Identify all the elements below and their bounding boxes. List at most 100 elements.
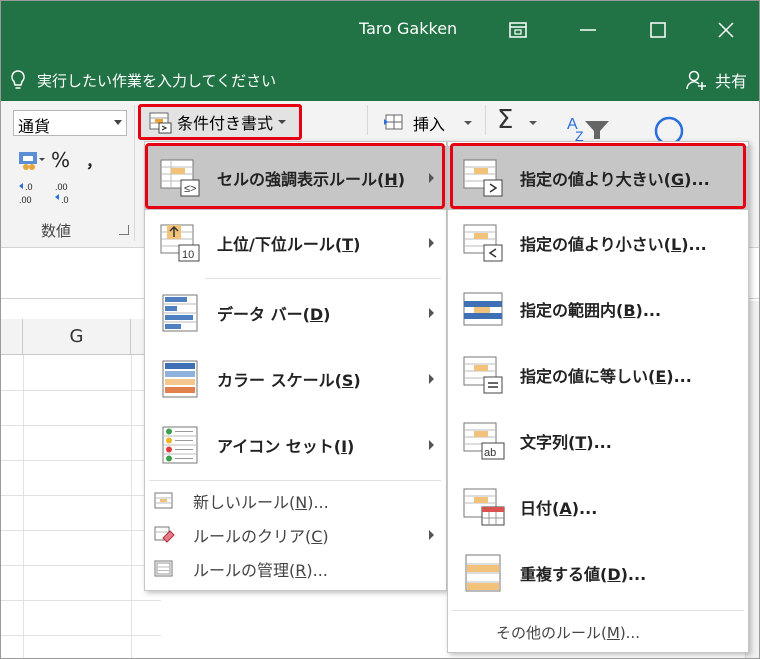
annotation-highlight-box — [145, 143, 445, 209]
grid-line — [1, 600, 161, 601]
minimize-icon[interactable] — [571, 13, 605, 47]
maximize-icon[interactable] — [641, 13, 675, 47]
text-contains-icon: ab — [463, 422, 505, 460]
duplicate-values-icon — [465, 554, 501, 592]
insert-cells-icon — [384, 114, 403, 130]
color-scales-icon — [162, 360, 198, 398]
grid-line — [23, 355, 24, 658]
group-divider — [367, 105, 368, 135]
tell-me-input[interactable]: 実行したい作業を入力してください — [37, 70, 276, 91]
share-button[interactable]: 共有 — [685, 68, 747, 92]
submenu-item-text-contains[interactable]: ab 文字列(T)... — [448, 408, 748, 474]
menu-item-color-scales[interactable]: カラー スケール(S) — [145, 346, 446, 412]
equal-to-icon — [463, 356, 503, 394]
title-bar: Taro Gakken — [1, 1, 759, 59]
sigma-icon: Σ — [497, 105, 514, 135]
number-format-dropdown[interactable]: 通貨 — [13, 110, 127, 136]
grid-line — [131, 355, 132, 658]
conditional-formatting-button[interactable]: 条件付き書式 — [138, 104, 302, 140]
submenu-item-label: 文字列(T)... — [520, 433, 612, 452]
comma-style-button[interactable]: ， — [86, 148, 102, 172]
user-name: Taro Gakken — [359, 19, 458, 38]
grid-line — [1, 635, 161, 636]
menu-separator — [205, 278, 441, 279]
highlight-cells-rules-submenu: 指定の値より大きい(G)... 指定の値より小さい(L)... 指定の範囲内(B… — [447, 141, 749, 653]
chevron-down-icon — [464, 121, 473, 125]
dialog-launcher-icon[interactable] — [119, 225, 129, 235]
grid-line — [1, 565, 161, 566]
icon-sets-icon — [162, 426, 198, 464]
accounting-format-icon[interactable] — [17, 149, 45, 171]
select-all-corner[interactable] — [1, 319, 23, 355]
submenu-item-equal-to[interactable]: 指定の値に等しい(E)... — [448, 342, 748, 408]
menu-item-data-bars[interactable]: データ バー(D) — [145, 280, 446, 346]
chevron-down-icon — [114, 120, 122, 125]
data-bars-icon — [162, 294, 198, 332]
menu-separator — [149, 480, 441, 481]
calendar-icon — [463, 488, 505, 526]
percent-style-button[interactable]: % — [51, 148, 70, 172]
insert-label: 挿入 — [413, 115, 446, 134]
submenu-arrow-icon — [429, 440, 434, 450]
submenu-item-label: 日付(A)... — [520, 499, 598, 518]
insert-cells-button[interactable]: 挿入 — [383, 111, 473, 135]
grid-line — [1, 425, 161, 426]
menu-item-icon-sets[interactable]: アイコン セット(I) — [145, 412, 446, 478]
submenu-arrow-icon — [429, 238, 434, 248]
close-icon[interactable] — [709, 13, 743, 47]
grid-line — [1, 460, 161, 461]
svg-text:.00: .00 — [55, 182, 68, 192]
menu-item-label: アイコン セット(I) — [217, 437, 355, 456]
menu-item-new-rule[interactable]: 新しいルール(N)... — [145, 484, 446, 518]
submenu-item-date-occurring[interactable]: 日付(A)... — [448, 474, 748, 540]
ribbon-display-options-icon[interactable] — [501, 13, 535, 47]
submenu-item-less-than[interactable]: 指定の値より小さい(L)... — [448, 210, 748, 276]
submenu-item-duplicate-values[interactable]: 重複する値(D)... — [448, 540, 748, 606]
top-bottom-rules-icon: 10 — [160, 224, 200, 262]
menu-item-clear-rules[interactable]: ルールのクリア(C) — [145, 518, 446, 552]
chevron-down-icon[interactable] — [528, 119, 538, 127]
submenu-arrow-icon — [429, 374, 434, 384]
submenu-item-label: その他のルール(M)... — [496, 623, 640, 642]
decrease-decimal-icon[interactable]: .00 .0 — [55, 182, 69, 205]
menu-item-top-bottom-rules[interactable]: 10 上位/下位ルール(T) — [145, 210, 446, 276]
submenu-item-between[interactable]: 指定の範囲内(B)... — [448, 276, 748, 342]
menu-item-label: データ バー(D) — [217, 305, 331, 324]
group-divider — [134, 105, 135, 241]
column-header-g[interactable]: G — [23, 319, 131, 355]
svg-text:.00: .00 — [19, 195, 32, 205]
submenu-arrow-icon — [429, 308, 434, 318]
grid-line — [1, 530, 161, 531]
person-add-icon — [686, 70, 706, 90]
between-icon — [463, 292, 503, 326]
eraser-icon — [154, 526, 175, 543]
annotation-highlight-box — [450, 143, 746, 209]
excel-window: Taro Gakken 実行したい作業を入力してください 共有 通貨 % ， .… — [0, 0, 760, 659]
new-rule-icon — [154, 492, 173, 509]
share-label: 共有 — [714, 72, 747, 91]
svg-text:.0: .0 — [25, 182, 33, 192]
submenu-item-label: 指定の値に等しい(E)... — [520, 367, 692, 386]
menu-item-label: 上位/下位ルール(T) — [217, 235, 361, 254]
submenu-item-label: 指定の値より小さい(L)... — [520, 235, 707, 254]
submenu-arrow-icon — [429, 530, 434, 540]
manage-rules-icon — [154, 560, 173, 577]
group-divider — [485, 105, 486, 135]
column-label: G — [69, 326, 84, 347]
autosum-button[interactable]: Σ — [497, 105, 513, 135]
menu-item-label: カラー スケール(S) — [217, 371, 361, 390]
menu-item-label: ルールのクリア(C) — [193, 527, 329, 546]
menu-separator — [452, 610, 744, 611]
menu-item-manage-rules[interactable]: ルールの管理(R)... — [145, 552, 446, 586]
submenu-item-more-rules[interactable]: その他のルール(M)... — [448, 614, 748, 650]
menu-item-label: 新しいルール(N)... — [193, 493, 329, 512]
submenu-item-label: 重複する値(D)... — [520, 565, 647, 584]
conditional-formatting-label: 条件付き書式 — [177, 114, 274, 133]
lightbulb-icon — [9, 69, 27, 95]
tell-me-bar: 実行したい作業を入力してください 共有 — [1, 59, 759, 101]
less-than-icon — [463, 224, 503, 262]
increase-decimal-icon[interactable]: .0 .00 — [19, 182, 33, 205]
svg-text:.0: .0 — [61, 195, 69, 205]
sort-filter-icon: AZ — [567, 116, 609, 144]
grid-line — [1, 390, 161, 391]
